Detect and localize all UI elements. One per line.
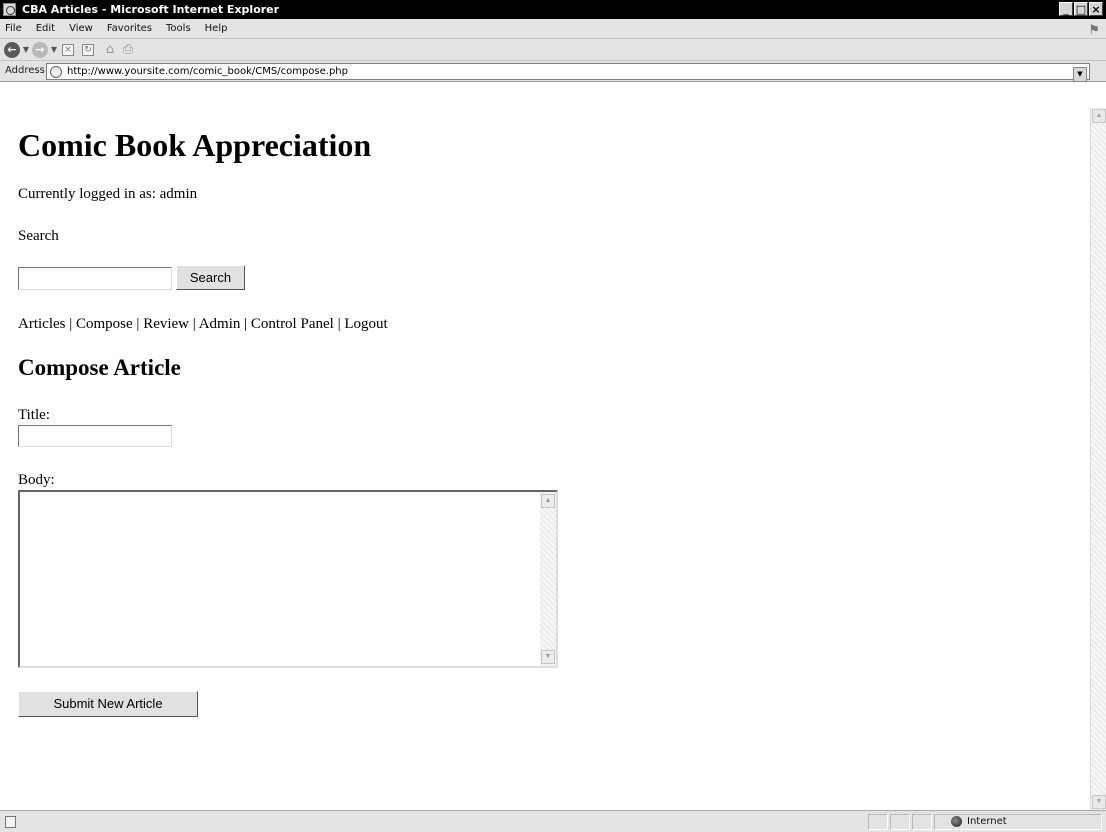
ie-icon xyxy=(3,3,16,16)
status-pane xyxy=(890,814,910,830)
address-label: Address xyxy=(5,65,45,76)
compose-heading: Compose Article xyxy=(18,355,181,380)
menu-favorites[interactable]: Favorites xyxy=(107,19,152,39)
search-input[interactable] xyxy=(18,267,172,290)
toolbar: ← ▼ → ▼ × ↻ ⌂ ⎙ xyxy=(0,39,1106,61)
body-label: Body: xyxy=(18,472,55,488)
status-bar: Internet xyxy=(0,810,1106,832)
menu-items: File Edit View Favorites Tools Help xyxy=(5,19,227,39)
nav-separator: | xyxy=(240,316,251,332)
search-heading: Search xyxy=(18,228,59,244)
nav-separator: | xyxy=(333,316,345,332)
textarea-scrollbar[interactable]: ▲ ▼ xyxy=(540,492,556,666)
menu-view[interactable]: View xyxy=(69,19,93,39)
scroll-up-icon[interactable]: ▲ xyxy=(541,494,555,508)
window-controls: _ □ × xyxy=(1059,2,1103,16)
forward-dropdown-icon[interactable]: ▼ xyxy=(50,42,58,58)
nav-link-compose[interactable]: Compose xyxy=(76,316,133,332)
page-scrollbar[interactable]: ▲ ▼ xyxy=(1090,108,1106,810)
back-icon[interactable]: ← xyxy=(4,42,20,58)
title-label: Title: xyxy=(18,407,50,423)
page-status-icon xyxy=(5,816,16,828)
submit-article-button[interactable]: Submit New Article xyxy=(18,691,198,717)
stop-icon[interactable]: × xyxy=(62,44,74,56)
search-button[interactable]: Search xyxy=(176,265,245,290)
status-pane xyxy=(912,814,932,830)
nav-link-logout[interactable]: Logout xyxy=(344,316,387,332)
close-button[interactable]: × xyxy=(1089,2,1103,16)
minimize-button[interactable]: _ xyxy=(1059,2,1073,16)
window-title: CBA Articles - Microsoft Internet Explor… xyxy=(22,3,280,16)
scroll-up-icon[interactable]: ▲ xyxy=(1092,109,1106,123)
page-title: Comic Book Appreciation xyxy=(18,127,372,163)
address-field[interactable]: http://www.yoursite.com/comic_book/CMS/c… xyxy=(46,63,1090,82)
nav-separator: | xyxy=(189,316,199,332)
refresh-icon[interactable]: ↻ xyxy=(82,44,94,56)
windows-logo-icon: ⚑ xyxy=(1088,23,1100,38)
page-icon xyxy=(50,66,62,78)
address-url[interactable]: http://www.yoursite.com/comic_book/CMS/c… xyxy=(67,65,348,79)
nav-separator: | xyxy=(65,316,76,332)
chevron-down-icon[interactable]: ▼ xyxy=(1073,67,1087,82)
forward-icon[interactable]: → xyxy=(32,42,48,58)
main-nav: Articles | Compose | Review | Admin | Co… xyxy=(18,314,388,334)
scroll-down-icon[interactable]: ▼ xyxy=(1092,795,1106,809)
maximize-button[interactable]: □ xyxy=(1074,2,1088,16)
nav-link-admin[interactable]: Admin xyxy=(199,316,241,332)
menu-bar: File Edit View Favorites Tools Help ⚑ xyxy=(0,19,1106,39)
nav-link-articles[interactable]: Articles xyxy=(18,316,65,332)
scroll-down-icon[interactable]: ▼ xyxy=(541,650,555,664)
print-icon[interactable]: ⎙ xyxy=(120,42,136,58)
menu-edit[interactable]: Edit xyxy=(36,19,55,39)
logged-in-status: Currently logged in as: admin xyxy=(18,186,198,202)
home-icon[interactable]: ⌂ xyxy=(102,42,118,58)
window-titlebar: CBA Articles - Microsoft Internet Explor… xyxy=(0,0,1106,19)
globe-icon xyxy=(951,816,962,827)
menu-file[interactable]: File xyxy=(5,19,22,39)
menu-tools[interactable]: Tools xyxy=(166,19,191,39)
back-dropdown-icon[interactable]: ▼ xyxy=(22,42,30,58)
address-bar: Address http://www.yoursite.com/comic_bo… xyxy=(0,61,1106,82)
security-zone-label: Internet xyxy=(967,816,1007,827)
nav-separator: | xyxy=(132,316,144,332)
body-textarea[interactable]: ▲ ▼ xyxy=(18,490,558,668)
title-field[interactable] xyxy=(18,425,172,447)
status-pane xyxy=(868,814,888,830)
nav-link-review[interactable]: Review xyxy=(143,316,189,332)
menu-help[interactable]: Help xyxy=(205,19,228,39)
nav-link-control-panel[interactable]: Control Panel xyxy=(251,316,334,332)
